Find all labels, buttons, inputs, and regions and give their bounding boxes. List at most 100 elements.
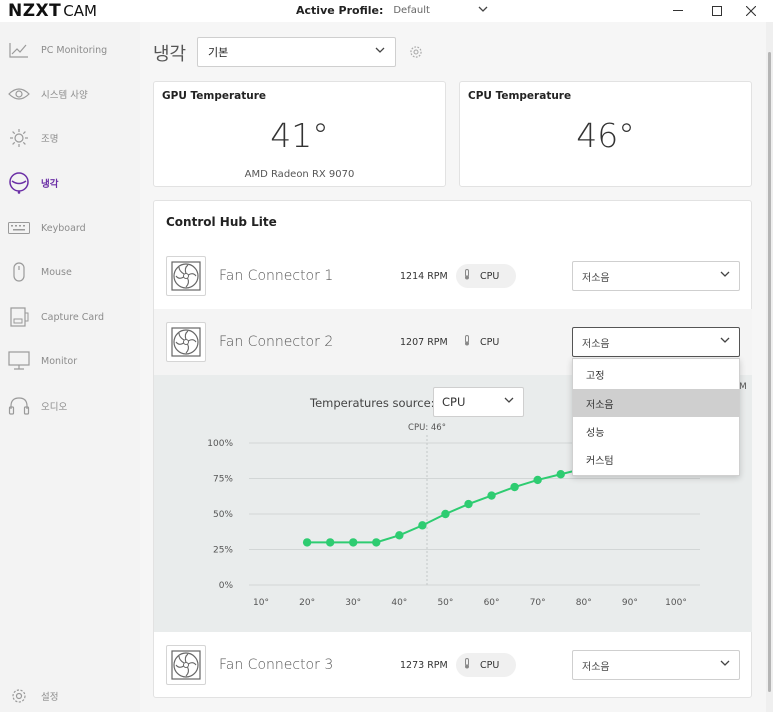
fan-mode-value: 저소음 xyxy=(582,661,610,673)
headphones-icon xyxy=(8,395,30,417)
sidebar-item-label: PC Monitoring xyxy=(41,44,108,56)
fan-row: Fan Connector 3 1273 RPM CPU 저소음 xyxy=(154,632,752,698)
x-tick-label: 40° xyxy=(391,598,407,608)
fan-mode-dropdown-menu: 고정 저소음 성능 커스텀 xyxy=(572,358,740,476)
x-tick-label: 30° xyxy=(345,598,361,608)
mouse-icon xyxy=(8,261,30,283)
fan-source: CPU xyxy=(480,336,500,348)
curve-point[interactable] xyxy=(510,482,519,492)
curve-point[interactable] xyxy=(533,475,542,485)
control-hub-title: Control Hub Lite xyxy=(166,215,277,229)
sidebar-item-settings[interactable]: 설정 xyxy=(0,682,140,710)
y-tick-label: 0% xyxy=(219,581,234,591)
sidebar-item-mouse[interactable]: Mouse xyxy=(0,252,140,292)
fan-curve-line xyxy=(307,467,585,544)
sidebar-item-pc-monitoring[interactable]: PC Monitoring xyxy=(0,30,140,70)
sidebar-item-capture-card[interactable]: Capture Card xyxy=(0,297,140,337)
fan-mode-select[interactable]: 저소음 xyxy=(572,327,740,357)
dropdown-option-silent[interactable]: 저소음 xyxy=(573,389,739,417)
x-tick-label: 60° xyxy=(484,598,500,608)
scrollbar-thumb[interactable] xyxy=(768,52,771,692)
x-tick-label: 70° xyxy=(530,598,546,608)
minimize-button[interactable] xyxy=(661,0,695,22)
x-tick-label: 50° xyxy=(437,598,453,608)
fan-rpm: 1273 RPM xyxy=(400,660,448,671)
profile-value: Default xyxy=(393,5,430,16)
sidebar-item-lighting[interactable]: 조명 xyxy=(0,118,140,158)
x-tick-label: 80° xyxy=(576,598,592,608)
sidebar-item-label: 오디오 xyxy=(41,402,68,413)
active-profile-selector[interactable]: Active Profile: Default xyxy=(296,4,488,17)
fan-source: CPU xyxy=(480,270,500,282)
sidebar-item-label: 냉각 xyxy=(41,179,59,190)
x-tick-label: 90° xyxy=(622,598,638,608)
dropdown-option-fixed[interactable]: 고정 xyxy=(573,360,739,388)
sidebar-item-monitor[interactable]: Monitor xyxy=(0,341,140,381)
curve-point[interactable] xyxy=(349,538,358,547)
curve-point[interactable] xyxy=(325,538,335,547)
chart-line-icon xyxy=(8,39,30,61)
fan-source-badge: CPU xyxy=(456,653,516,677)
nzxt-cam-window: NZXT CAM Active Profile: Default PC Moni… xyxy=(0,0,773,712)
sidebar-item-system-specs[interactable]: 시스템 사양 xyxy=(0,74,140,114)
fan-mode-select[interactable]: 저소음 xyxy=(572,261,740,291)
chevron-down-icon xyxy=(720,336,730,347)
gpu-temperature-card: GPU Temperature 41° AMD Radeon RX 9070 xyxy=(153,81,446,187)
dropdown-option-custom[interactable]: 커스텀 xyxy=(573,445,739,473)
gear-icon xyxy=(8,685,30,707)
gpu-temperature-value: 41° xyxy=(270,116,329,155)
curve-point[interactable] xyxy=(556,470,565,479)
x-tick-label: 20° xyxy=(299,598,315,608)
fan-source-badge: CPU xyxy=(456,330,516,354)
product-name: CAM xyxy=(63,2,97,20)
sidebar-item-label: 조명 xyxy=(41,134,59,145)
preset-select[interactable]: 기본 xyxy=(197,37,396,67)
keyboard-icon xyxy=(8,217,30,239)
chevron-down-icon xyxy=(478,5,488,16)
preset-value: 기본 xyxy=(208,46,229,59)
chevron-down-icon xyxy=(720,659,730,670)
curve-point[interactable] xyxy=(302,538,312,547)
title-bar: NZXT CAM Active Profile: Default xyxy=(0,0,773,22)
maximize-button[interactable] xyxy=(700,0,734,22)
fan-name: Fan Connector 1 xyxy=(219,268,334,284)
curve-point[interactable] xyxy=(487,491,496,500)
curve-point[interactable] xyxy=(464,499,473,509)
preset-settings-gear-icon[interactable] xyxy=(409,44,425,60)
y-tick-label: 75% xyxy=(213,475,233,485)
fan-mode-value: 저소음 xyxy=(582,338,610,350)
sidebar-item-label: Capture Card xyxy=(41,311,105,323)
sidebar-item-keyboard[interactable]: Keyboard xyxy=(0,208,140,248)
brand-name: NZXT xyxy=(8,1,62,21)
close-button[interactable] xyxy=(734,0,768,22)
app-logo: NZXT CAM xyxy=(8,1,97,21)
fan-rpm: 1207 RPM xyxy=(400,337,448,348)
y-tick-label: 50% xyxy=(213,510,233,520)
fan-source: CPU xyxy=(480,659,500,671)
fan-source-badge: CPU xyxy=(456,264,516,288)
gpu-temperature-title: GPU Temperature xyxy=(162,90,267,102)
fan-mode-select[interactable]: 저소음 xyxy=(572,650,740,680)
sidebar-item-cooling[interactable]: 냉각 xyxy=(0,163,140,203)
sidebar-item-label: 시스템 사양 xyxy=(41,90,88,101)
sun-icon xyxy=(8,127,30,149)
fan-icon xyxy=(166,256,206,296)
chevron-down-icon xyxy=(720,270,730,281)
thermometer-icon xyxy=(464,269,470,283)
sidebar-item-label: Keyboard xyxy=(41,222,86,234)
sidebar-item-label: Monitor xyxy=(41,355,78,367)
dropdown-option-performance[interactable]: 성능 xyxy=(573,417,739,445)
profile-label: Active Profile: xyxy=(296,4,384,17)
curve-point[interactable] xyxy=(418,521,427,530)
sidebar-item-audio[interactable]: 오디오 xyxy=(0,386,140,426)
x-tick-label: 100° xyxy=(665,598,687,608)
y-tick-label: 25% xyxy=(213,546,233,556)
fan-rpm: 1214 RPM xyxy=(400,271,448,282)
current-temperature-label: CPU: 46° xyxy=(408,423,446,433)
curve-point[interactable] xyxy=(372,538,381,547)
curve-point[interactable] xyxy=(395,531,404,540)
curve-point[interactable] xyxy=(441,509,450,519)
scrollbar[interactable] xyxy=(766,22,773,712)
sidebar-item-label: 설정 xyxy=(41,692,59,703)
fan-icon xyxy=(8,172,30,194)
